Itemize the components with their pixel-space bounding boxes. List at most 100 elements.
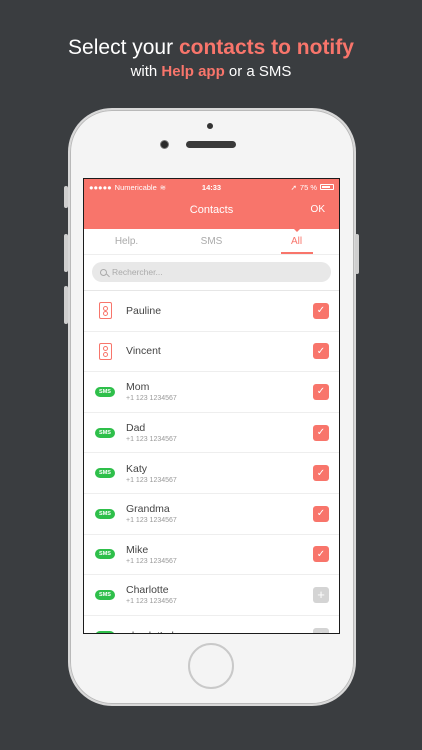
checked-checkbox[interactable]: ✓ — [313, 302, 329, 319]
contact-row[interactable]: SMS Mom +1 123 1234567 ✓ — [84, 372, 339, 413]
search-bar: Rechercher... — [84, 255, 339, 291]
signal-icon: ●●●●● — [89, 182, 112, 192]
contact-row[interactable]: SMS Grandma +1 123 1234567 ✓ — [84, 494, 339, 535]
contact-row[interactable]: Vincent ✓ — [84, 332, 339, 373]
contact-info: Mike +1 123 1234567 — [126, 544, 313, 565]
checkmark-icon: ✓ — [316, 508, 326, 520]
contact-name: absolutLabs — [126, 630, 313, 633]
contact-info: Dad +1 123 1234567 — [126, 422, 313, 443]
subheadline-accent: Help app — [161, 63, 225, 80]
tab-help[interactable]: Help. — [84, 229, 169, 254]
volume-down-button — [64, 286, 68, 324]
contact-phone: +1 123 1234567 — [126, 395, 177, 403]
contact-row[interactable]: SMS Mike +1 123 1234567 ✓ — [84, 535, 339, 576]
contact-type-indicator: SMS — [84, 508, 126, 519]
sms-badge: SMS — [95, 630, 115, 633]
contact-info: Katy +1 123 1234567 — [126, 463, 313, 484]
status-time: 14:33 — [201, 182, 222, 192]
contact-name: Vincent — [126, 345, 161, 358]
search-placeholder: Rechercher... — [112, 267, 163, 277]
contact-info: absolutLabs — [126, 630, 313, 633]
contact-row[interactable]: SMS Charlotte +1 123 1234567 + — [84, 575, 339, 616]
plus-icon: + — [317, 628, 325, 633]
app-header: ●●●●● Numericable ≋ 14:33 ➚ 75 % Contact… — [84, 179, 339, 229]
contact-phone: +1 123 1234567 — [126, 598, 177, 606]
contact-name: Charlotte — [126, 584, 169, 597]
phone-screen: ●●●●● Numericable ≋ 14:33 ➚ 75 % Contact… — [83, 178, 340, 634]
contact-info: Grandma +1 123 1234567 — [126, 503, 313, 524]
contact-row[interactable]: SMS absolutLabs + — [84, 616, 339, 633]
volume-up-button — [64, 234, 68, 272]
sms-badge: SMS — [95, 549, 115, 560]
checkmark-icon: ✓ — [316, 467, 326, 479]
contact-list: Pauline ✓ Vincent ✓ SMS Mom +1 123 1234567 ✓ SMS… — [84, 291, 339, 633]
headline-text: Select your — [68, 36, 179, 59]
ok-button[interactable]: OK — [311, 204, 325, 215]
checked-checkbox[interactable]: ✓ — [313, 424, 329, 441]
sms-badge: SMS — [95, 427, 115, 438]
contact-info: Vincent — [126, 345, 313, 357]
contact-type-indicator — [84, 342, 126, 360]
headline-line-2: with Help app or a SMS — [0, 63, 422, 80]
search-input[interactable]: Rechercher... — [92, 262, 331, 282]
sms-badge: SMS — [95, 468, 115, 479]
tab-bar: Help. SMS All — [84, 228, 339, 255]
front-camera — [160, 140, 169, 149]
search-icon — [100, 268, 107, 276]
contact-type-indicator: SMS — [84, 630, 126, 633]
contact-name: Grandma — [126, 503, 170, 516]
contact-type-indicator: SMS — [84, 549, 126, 560]
contact-type-indicator: SMS — [84, 386, 126, 397]
contact-phone: +1 123 1234567 — [126, 436, 177, 444]
sms-badge: SMS — [95, 589, 115, 600]
contact-info: Pauline — [126, 305, 313, 317]
battery-percent: 75 % — [299, 182, 318, 192]
contact-name: Katy — [126, 462, 148, 475]
wifi-icon: ≋ — [159, 182, 167, 192]
help-app-icon — [98, 302, 112, 320]
contact-row[interactable]: Pauline ✓ — [84, 291, 339, 332]
earpiece-speaker — [186, 141, 236, 148]
home-button[interactable] — [188, 643, 234, 689]
checked-checkbox[interactable]: ✓ — [313, 505, 329, 522]
contact-type-indicator — [84, 302, 126, 320]
contact-type-indicator: SMS — [84, 427, 126, 438]
tab-all[interactable]: All — [254, 228, 339, 254]
contact-row[interactable]: SMS Dad +1 123 1234567 ✓ — [84, 413, 339, 454]
contact-type-indicator: SMS — [84, 589, 126, 600]
contact-name: Dad — [126, 422, 146, 435]
checked-checkbox[interactable]: ✓ — [313, 465, 329, 482]
contact-phone: +1 123 1234567 — [126, 557, 177, 565]
tab-sms[interactable]: SMS — [169, 229, 254, 254]
page-title: Contacts — [189, 204, 234, 216]
headline-line-1: Select your contacts to notify — [0, 36, 422, 60]
power-button — [355, 234, 359, 274]
location-icon: ➚ — [290, 182, 297, 192]
contact-name: Mom — [126, 381, 150, 394]
help-app-icon — [98, 342, 112, 360]
contact-info: Mom +1 123 1234567 — [126, 381, 313, 402]
add-checkbox[interactable]: + — [313, 627, 329, 633]
headline-accent: contacts to notify — [178, 36, 354, 59]
plus-icon: + — [317, 586, 325, 602]
checkmark-icon: ✓ — [316, 305, 326, 317]
checked-checkbox[interactable]: ✓ — [313, 546, 329, 563]
subheadline-text: with — [130, 63, 162, 80]
checkmark-icon: ✓ — [316, 345, 326, 357]
sms-badge: SMS — [95, 508, 115, 519]
contact-phone: +1 123 1234567 — [126, 476, 177, 484]
checkmark-icon: ✓ — [316, 548, 326, 560]
proximity-sensor — [207, 123, 213, 129]
contact-info: Charlotte +1 123 1234567 — [126, 584, 313, 605]
mute-switch — [64, 186, 68, 208]
checkmark-icon: ✓ — [316, 386, 326, 398]
checkmark-icon: ✓ — [316, 427, 326, 439]
contact-phone: +1 123 1234567 — [126, 517, 177, 525]
carrier-label: Numericable — [114, 182, 157, 192]
contact-row[interactable]: SMS Katy +1 123 1234567 ✓ — [84, 453, 339, 494]
checked-checkbox[interactable]: ✓ — [313, 343, 329, 360]
sms-badge: SMS — [95, 386, 115, 397]
add-checkbox[interactable]: + — [313, 586, 329, 603]
checked-checkbox[interactable]: ✓ — [313, 383, 329, 400]
contact-type-indicator: SMS — [84, 468, 126, 479]
